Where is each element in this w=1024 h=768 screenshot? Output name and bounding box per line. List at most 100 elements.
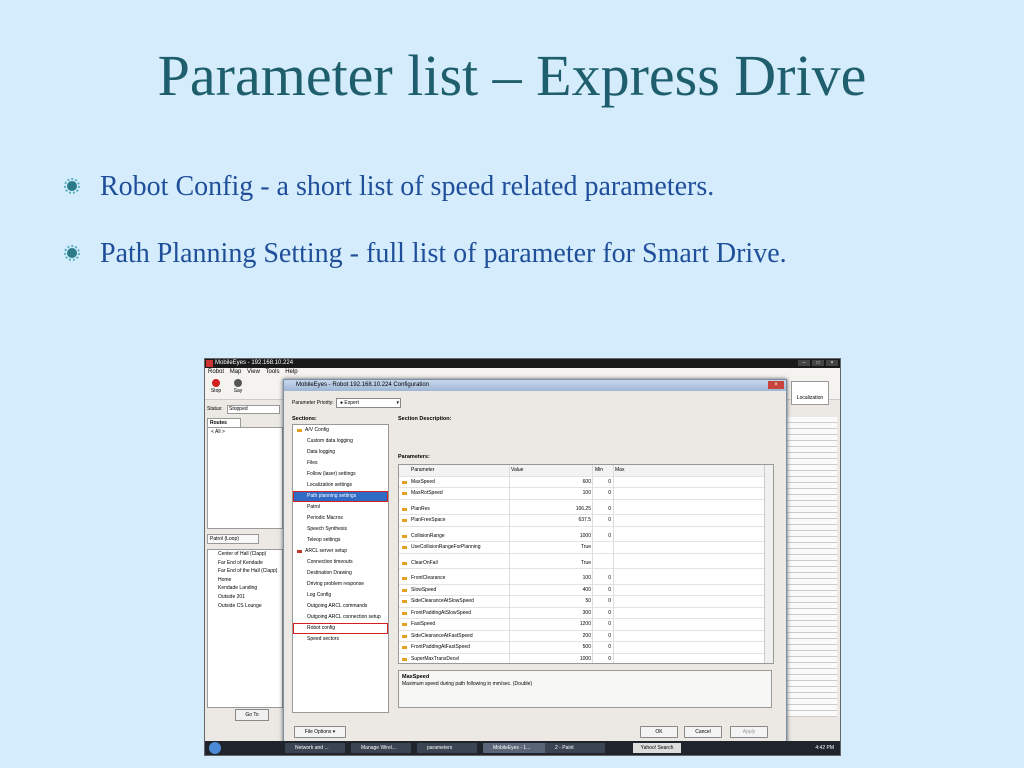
start-button[interactable] <box>209 742 221 754</box>
parameter-name: ClearOnFail <box>411 559 438 566</box>
section-item[interactable]: Speech Synthesis <box>293 524 388 535</box>
taskbar-item[interactable]: Manage Wirel... <box>351 743 411 753</box>
section-item[interactable]: A/V Config <box>293 425 388 436</box>
maximize-icon[interactable]: □ <box>812 360 824 366</box>
parameter-value: 200 <box>582 632 591 639</box>
goal-item[interactable]: Far End of the Hall (Clapp) <box>208 567 282 576</box>
parameter-icon <box>402 534 407 538</box>
parameter-min: 0 <box>608 532 611 539</box>
parameter-value: True <box>580 544 591 550</box>
menu-help[interactable]: Help <box>285 369 297 375</box>
goal-item[interactable]: Home <box>208 576 282 585</box>
say-button[interactable]: Say <box>229 379 247 394</box>
section-item[interactable]: ARCL server setup <box>293 546 388 557</box>
parameter-icon <box>402 561 407 565</box>
goal-item[interactable]: Far End of Kendade <box>208 559 282 568</box>
priority-select[interactable]: ● Expert ▾ <box>336 398 401 408</box>
tab-routes[interactable]: Routes <box>207 418 241 427</box>
dialog-close-icon[interactable]: × <box>768 381 784 389</box>
section-item[interactable]: Outgoing ARCL connection setup <box>293 612 388 623</box>
table-row[interactable]: PlanFreeSpace 637.5 0 <box>399 515 773 527</box>
table-row[interactable]: PlanRes 106.25 0 <box>399 504 773 515</box>
section-item[interactable]: Files <box>293 458 388 469</box>
table-row[interactable]: FrontClearance 100 0 <box>399 573 773 585</box>
goal-item[interactable]: Kendade Landing <box>208 584 282 593</box>
map-grid[interactable] <box>783 417 837 717</box>
menu-robot[interactable]: Robot <box>208 369 224 375</box>
table-row[interactable]: CollisionRange 1000 0 <box>399 531 773 542</box>
parameter-name: SlowSpeed <box>411 586 437 593</box>
section-description-label: Section Description: <box>398 416 452 422</box>
taskbar-item[interactable]: MobileEyes - 1... <box>483 743 549 753</box>
parameters-table[interactable]: Parameter Value Min Max MaxSpeed 600 0 MaxR… <box>398 464 774 664</box>
table-row[interactable]: UseCollisionRangeForPlanning True <box>399 542 773 554</box>
goals-list[interactable]: Center of Hall (Clapp) Far End of Kendad… <box>207 549 283 708</box>
parameter-icon <box>402 611 407 615</box>
sections-label: Sections: <box>292 416 317 422</box>
parameter-min: 0 <box>608 517 611 523</box>
file-options-label: File Options <box>304 729 332 735</box>
menu-map[interactable]: Map <box>230 369 242 375</box>
goal-item[interactable]: Outside CS Lounge <box>208 602 282 611</box>
section-item[interactable]: Teleop settings <box>293 535 388 546</box>
routes-list[interactable]: < All > <box>207 427 283 529</box>
ok-button[interactable]: OK <box>640 726 678 738</box>
section-item[interactable]: Robot config <box>293 623 388 634</box>
section-item[interactable]: Localization settings <box>293 480 388 491</box>
cancel-button[interactable]: Cancel <box>684 726 722 738</box>
table-row[interactable]: SlowSpeed 400 0 <box>399 585 773 596</box>
parameter-icon <box>402 577 407 580</box>
parameter-value: 1200 <box>579 621 591 627</box>
sections-tree[interactable]: A/V Config Custom data logging Data loggin… <box>292 424 389 713</box>
routes-item-all[interactable]: < All > <box>208 428 282 436</box>
section-item[interactable]: Patrol <box>293 502 388 513</box>
parameter-value: 300 <box>582 609 591 616</box>
table-row[interactable]: MaxSpeed 600 0 <box>399 477 773 488</box>
parameters-label: Parameters: <box>398 454 430 460</box>
table-row[interactable]: SuperMaxTransDecel 1000 0 <box>399 654 773 664</box>
section-item[interactable]: Custom data logging <box>293 436 388 447</box>
section-item[interactable]: Driving problem response <box>293 579 388 590</box>
description-text: Maximum speed during path following in m… <box>402 681 533 687</box>
taskbar-item[interactable]: Network and ... <box>285 743 345 753</box>
table-row[interactable]: FrontPaddingAtSlowSpeed 300 0 <box>399 608 773 619</box>
table-row[interactable]: FastSpeed 1200 0 <box>399 619 773 631</box>
goal-item[interactable]: Outside 201 <box>208 593 282 602</box>
file-options-button[interactable]: File Options ▾ <box>294 726 346 738</box>
section-item[interactable]: Speed sectors <box>293 634 388 645</box>
search-input[interactable]: Yahoo! Search <box>633 743 681 753</box>
goto-button[interactable]: Go To <box>235 709 269 721</box>
section-item[interactable]: Follow (laser) settings <box>293 469 388 480</box>
bullet-icon <box>64 178 80 194</box>
minimize-icon[interactable]: – <box>798 360 810 366</box>
parameter-name: PlanFreeSpace <box>411 517 446 523</box>
section-item[interactable]: Data logging <box>293 447 388 458</box>
bullet-icon <box>64 245 80 261</box>
stop-button[interactable]: Stop <box>207 379 225 394</box>
table-row[interactable]: MaxRotSpeed 100 0 <box>399 488 773 500</box>
taskbar-item[interactable]: 2 - Paint <box>545 743 605 753</box>
table-row[interactable]: ClearOnFail True <box>399 558 773 569</box>
localization-button[interactable]: Localization <box>791 381 829 405</box>
section-item[interactable]: Outgoing ARCL commands <box>293 601 388 612</box>
menu-tools[interactable]: Tools <box>266 369 280 375</box>
table-row[interactable]: SideClearanceAtFastSpeed 200 0 <box>399 631 773 642</box>
table-scrollbar[interactable] <box>764 465 773 663</box>
section-item[interactable]: Destination Drawing <box>293 568 388 579</box>
patrol-select[interactable]: Patrol (Loop) <box>207 534 259 544</box>
apply-button[interactable]: Apply <box>730 726 768 738</box>
close-icon[interactable]: × <box>826 360 838 366</box>
bullet-text: Path Planning Setting - full list of par… <box>100 238 787 269</box>
menu-view[interactable]: View <box>247 369 260 375</box>
taskbar-item[interactable]: parameters <box>417 743 477 753</box>
table-row[interactable]: FrontPaddingAtFastSpeed 500 0 <box>399 642 773 654</box>
table-row[interactable]: SideClearanceAtSlowSpeed 50 0 <box>399 596 773 608</box>
status-value: Stopped <box>227 405 280 414</box>
section-item[interactable]: Path planning settings <box>293 491 388 502</box>
section-item[interactable]: Log Config <box>293 590 388 601</box>
section-item[interactable]: Periodic Macros <box>293 513 388 524</box>
app-titlebar: MobileEyes - 192.168.10.224 – □ × <box>205 359 840 368</box>
goal-item[interactable]: Center of Hall (Clapp) <box>208 550 282 559</box>
parameter-description: MaxSpeed Maximum speed during path follo… <box>398 670 772 708</box>
section-item[interactable]: Connection timeouts <box>293 557 388 568</box>
